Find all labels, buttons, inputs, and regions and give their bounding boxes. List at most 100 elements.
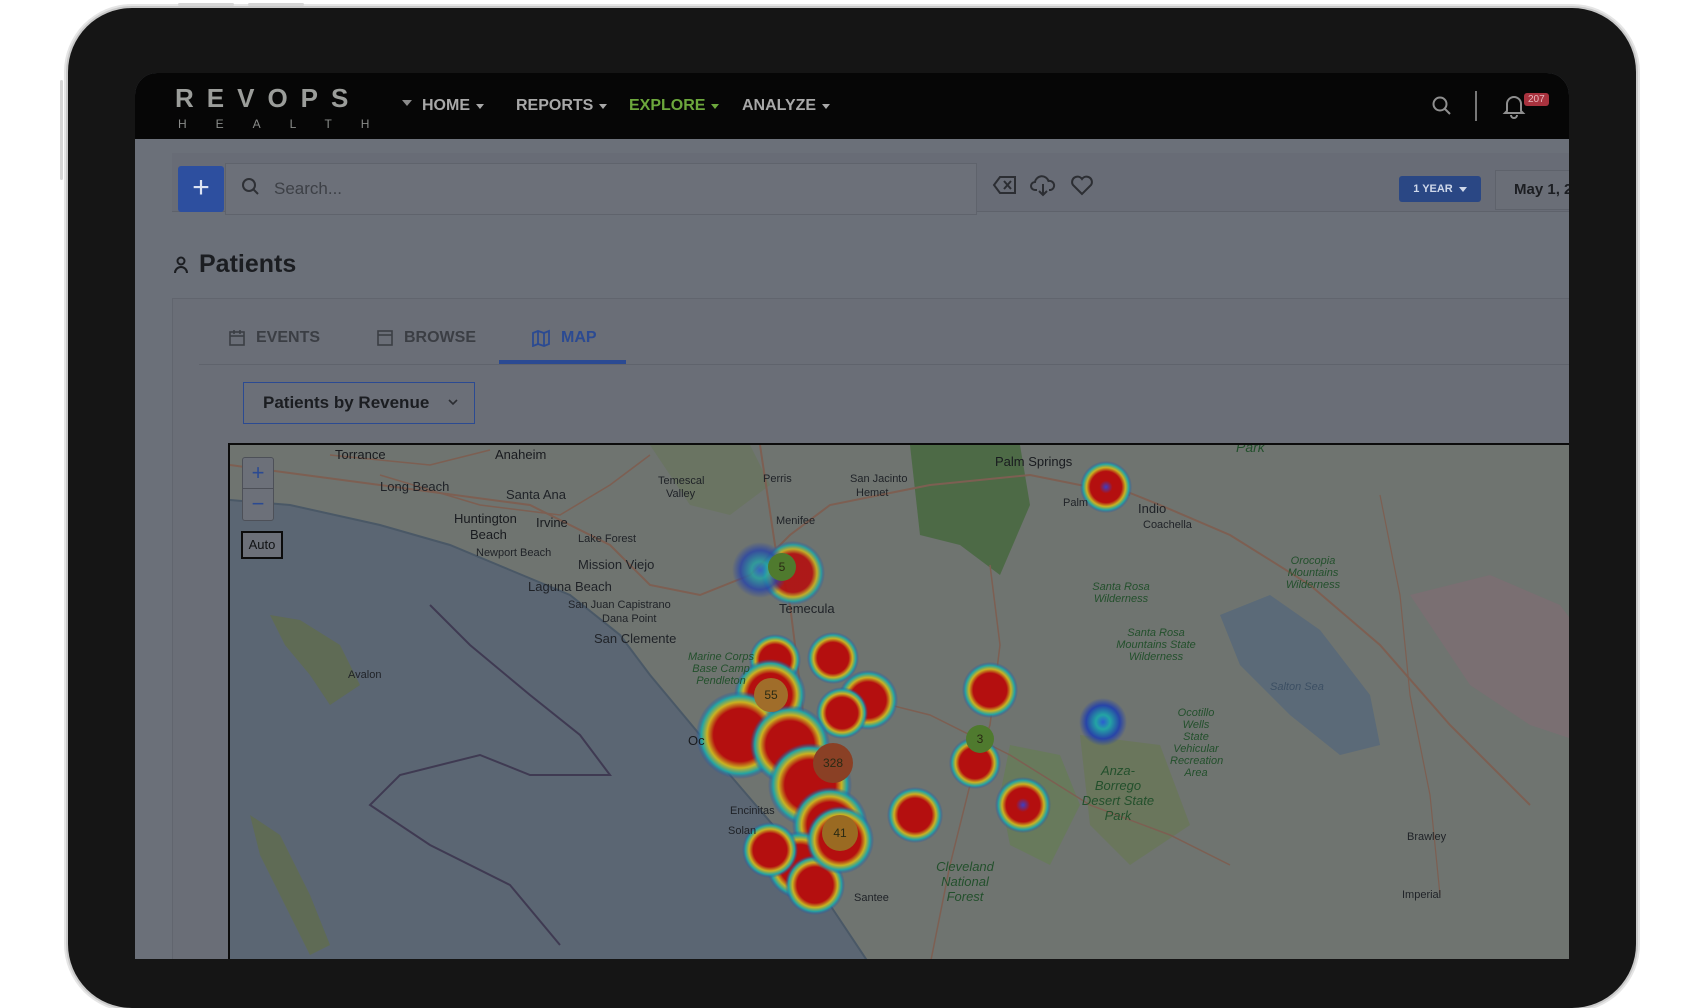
tab-browse-label: BROWSE	[404, 329, 476, 346]
nav-reports[interactable]: REPORTS	[516, 97, 608, 115]
place-label: Lake Forest	[578, 533, 637, 545]
patients-map[interactable]: + − Auto Torrance Anaheim Long Beach San…	[228, 443, 1569, 959]
place-label: Solan	[728, 825, 757, 837]
tablet-button	[178, 3, 234, 6]
period-dropdown[interactable]: 1 YEAR	[1399, 176, 1481, 202]
place-label: Santa Ana	[506, 487, 566, 502]
place-label: Newport Beach	[476, 547, 552, 559]
tablet-button	[248, 3, 304, 6]
clear-filter-icon[interactable]	[992, 173, 1018, 202]
nav-analyze-label: ANALYZE	[742, 97, 817, 114]
zoom-in-button[interactable]: +	[243, 458, 273, 488]
brand-logo[interactable]: REVOPS	[175, 83, 361, 114]
tab-map-label: MAP	[561, 329, 597, 346]
place-label: Menifee	[776, 515, 816, 527]
search-icon	[241, 177, 261, 202]
place-label: Santee	[854, 892, 889, 904]
place-label: San Juan Capistrano	[568, 599, 671, 611]
search-icon[interactable]	[1431, 95, 1453, 122]
place-label: Santa Rosa Wilderness	[1092, 581, 1150, 605]
period-label: 1 YEAR	[1413, 183, 1453, 195]
tab-events-label: EVENTS	[256, 329, 321, 346]
map-mode-dropdown[interactable]: Patients by Revenue	[243, 382, 475, 424]
nav-analyze[interactable]: ANALYZE	[742, 97, 831, 115]
map-mode-value: Patients by Revenue	[263, 393, 430, 412]
tab-map[interactable]: MAP	[531, 329, 597, 347]
heart-icon[interactable]	[1069, 173, 1095, 202]
place-label: Marine Corps Base Camp Pendleton	[687, 651, 755, 687]
place-label: Laguna Beach	[528, 579, 612, 594]
place-label: Brawley	[1407, 831, 1447, 843]
place-label: Ocotillo Wells State Vehicular Recreatio…	[1170, 707, 1224, 779]
place-label: Coachella	[1143, 519, 1192, 531]
map-cluster-marker[interactable]: 5	[768, 553, 796, 581]
place-label: Indio	[1138, 501, 1167, 516]
place-label: Imperial	[1402, 889, 1442, 901]
caret-down-icon	[711, 103, 720, 109]
nav-explore[interactable]: EXPLORE	[629, 97, 720, 115]
map-icon	[532, 329, 550, 347]
page-header: Patients	[173, 250, 296, 279]
tab-events[interactable]: EVENTS	[228, 329, 320, 347]
place-label: Salton Sea	[1270, 681, 1324, 693]
notification-badge: 207	[1524, 93, 1549, 106]
place-label: Encinitas	[730, 805, 775, 817]
brand-logo-subtitle: HEALTH	[178, 117, 399, 131]
place-label: Huntington	[454, 511, 517, 526]
active-tab-indicator	[499, 360, 626, 364]
map-cluster-marker[interactable]: 328	[813, 743, 853, 783]
place-label: Palm Springs	[995, 454, 1073, 469]
place-label: Anza-Borrego Desert State Park	[1081, 763, 1155, 823]
place-label: Perris	[763, 473, 792, 485]
auto-button[interactable]: Auto	[241, 531, 283, 559]
nav-home-label: HOME	[422, 97, 470, 114]
map-cluster-marker[interactable]: 55	[754, 678, 788, 712]
nav-divider	[1475, 91, 1477, 121]
place-label: Hemet	[856, 487, 889, 499]
add-button[interactable]: +	[178, 166, 224, 212]
place-label: Long Beach	[380, 479, 450, 494]
chevron-down-icon	[448, 399, 458, 406]
nav-home[interactable]: HOME	[422, 97, 484, 115]
place-label: San Jacinto	[850, 473, 908, 485]
caret-down-icon	[476, 103, 484, 109]
tablet-side-button	[60, 80, 63, 180]
calendar-icon	[229, 330, 245, 346]
search-input[interactable]	[272, 173, 956, 205]
brand-menu-caret[interactable]	[402, 100, 412, 106]
chevron-down-icon	[1458, 186, 1467, 192]
page-title: Patients	[199, 250, 297, 278]
place-label: Beach	[470, 527, 507, 542]
zoom-control: + −	[242, 457, 274, 521]
date-picker[interactable]: May 1, 20	[1495, 170, 1569, 210]
caret-down-icon	[599, 103, 608, 109]
place-label: San Clemente	[594, 631, 677, 646]
place-label: Oc	[688, 733, 705, 748]
place-label: Mission Viejo	[578, 557, 655, 572]
place-label: Torrance	[335, 447, 386, 462]
tabs-divider	[199, 364, 1569, 365]
map-cluster-marker[interactable]: 3	[966, 725, 994, 753]
place-label: Anaheim	[495, 447, 547, 462]
zoom-out-button[interactable]: −	[243, 488, 273, 519]
caret-down-icon	[822, 103, 831, 109]
browse-window-icon	[377, 330, 393, 346]
place-label: Irvine	[536, 515, 568, 530]
cloud-download-icon[interactable]	[1030, 173, 1056, 202]
nav-reports-label: REPORTS	[516, 97, 594, 114]
place-label: Avalon	[348, 669, 382, 681]
place-label: Dana Point	[602, 613, 657, 625]
place-label: Valley	[666, 488, 696, 500]
person-icon	[174, 256, 188, 273]
place-label: Orocopia Mountains Wilderness	[1285, 555, 1341, 591]
map-cluster-marker[interactable]: 41	[822, 815, 858, 851]
map-basemap	[230, 445, 1569, 959]
tab-browse[interactable]: BROWSE	[376, 329, 476, 347]
place-label: Santa Rosa Mountains State Wilderness	[1116, 627, 1196, 663]
search-box	[225, 163, 977, 215]
place-label: Temescal	[658, 475, 705, 487]
app-screen: REVOPS HEALTH HOME REPORTS EXPLORE ANALY…	[135, 73, 1569, 959]
place-label: Temecula	[779, 601, 835, 616]
top-navbar: REVOPS HEALTH HOME REPORTS EXPLORE ANALY…	[135, 73, 1569, 139]
bell-icon[interactable]	[1502, 93, 1526, 124]
